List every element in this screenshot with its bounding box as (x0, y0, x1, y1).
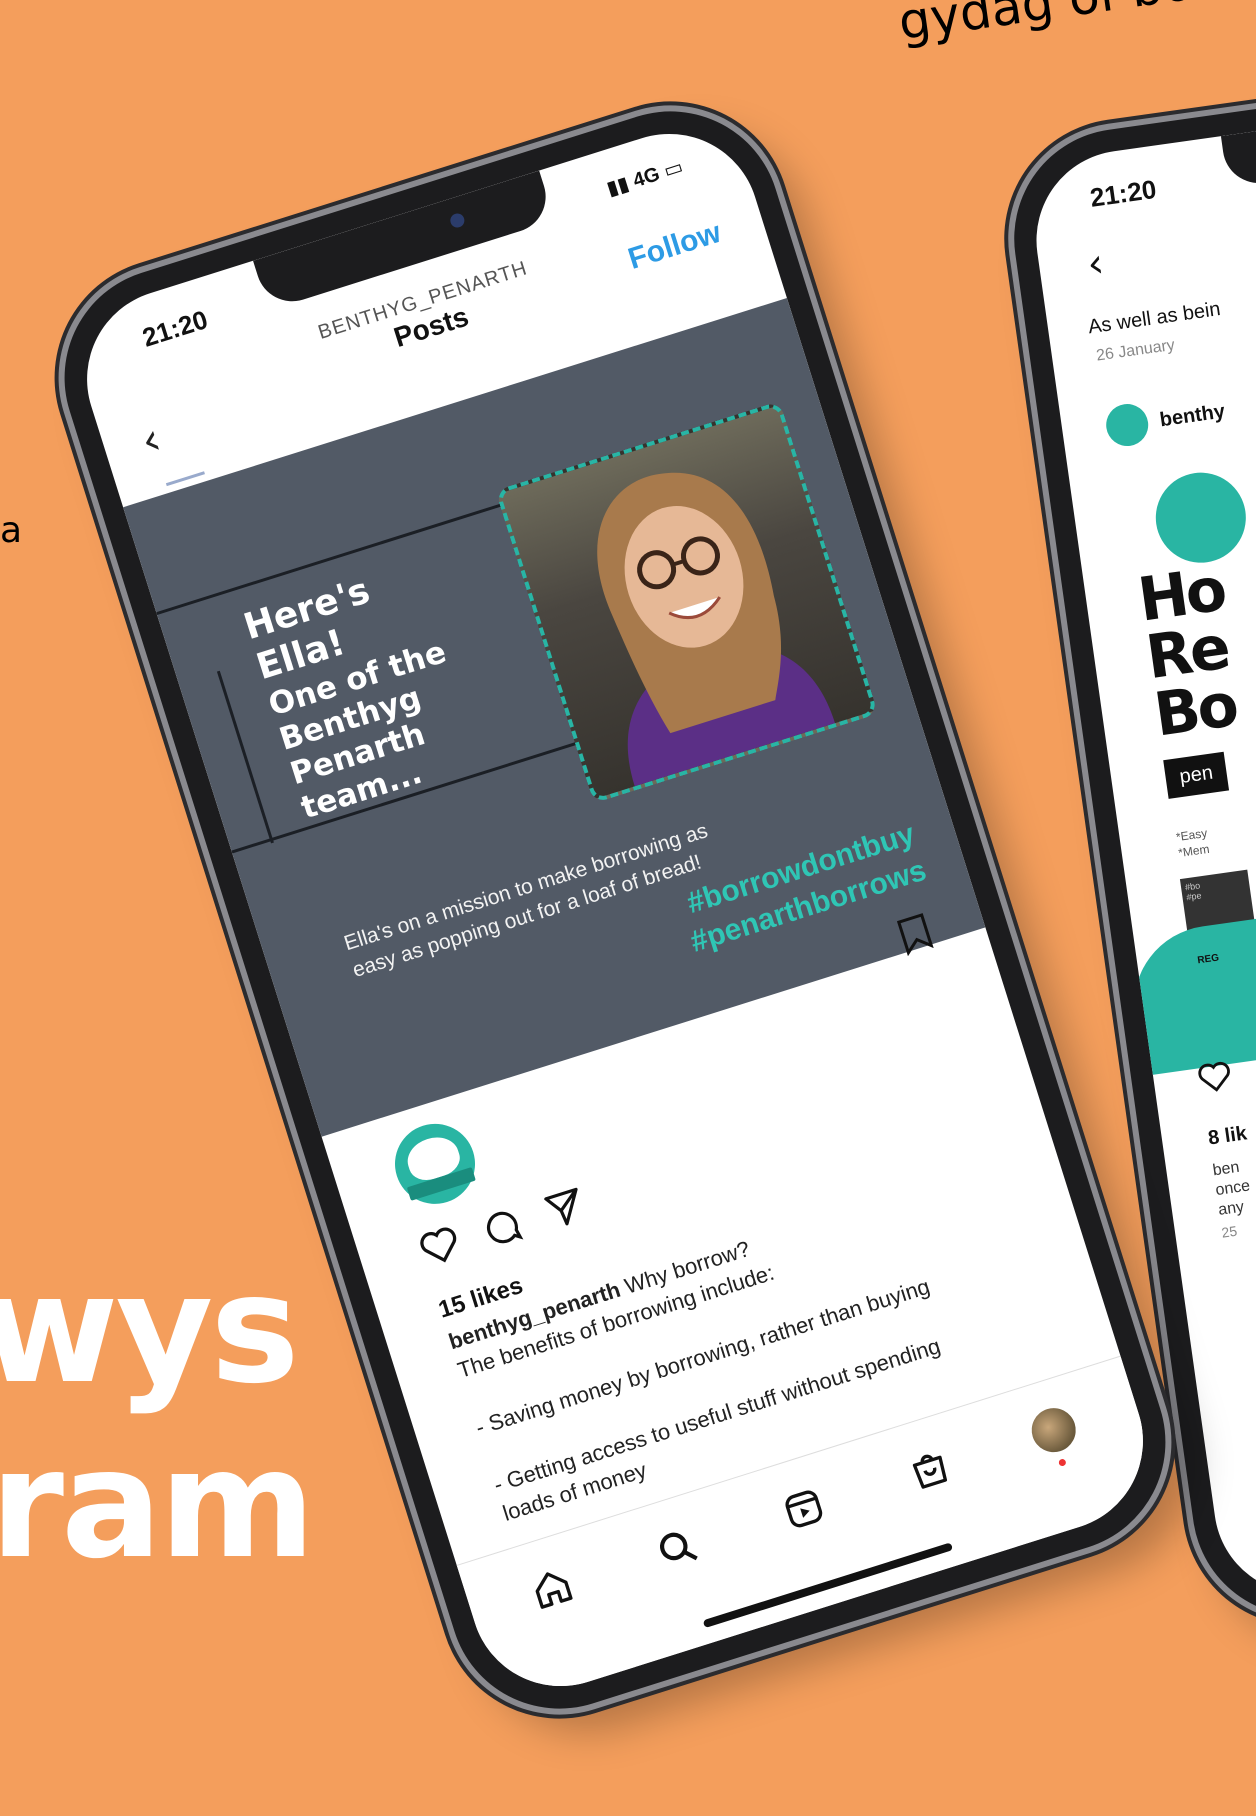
benthyg-logo-icon[interactable] (384, 1113, 486, 1215)
post-caption: ben once any (1212, 1157, 1255, 1221)
big-heading-line-2: ram (0, 1418, 315, 1592)
notification-dot (1057, 1458, 1067, 1467)
send-icon[interactable] (541, 1184, 590, 1236)
network-label: 4G (630, 163, 663, 193)
top-caption: gydag ôl-bostio (895, 0, 1256, 51)
post-heading: Ho Re Bo (1134, 555, 1244, 751)
status-time: 21:20 (138, 304, 212, 353)
post-teal-shape (1123, 906, 1256, 1077)
account-logo-icon[interactable] (1103, 401, 1151, 449)
likes-count: 8 lik (1206, 1122, 1249, 1150)
post-small-text: *Easy *Mem (1175, 825, 1211, 861)
post-hashtags: #borrowdontbuy #penarthborrows (674, 815, 931, 961)
search-icon[interactable] (653, 1524, 705, 1579)
post-small-line: *Mem (1177, 841, 1211, 861)
post-logo-icon (1149, 466, 1252, 569)
camera-icon (448, 211, 467, 230)
left-fragment: a (0, 510, 23, 551)
profile-avatar[interactable] (1026, 1402, 1082, 1458)
home-indicator (702, 1542, 954, 1629)
status-network: ▮▮ 4G ▭ (603, 154, 686, 202)
divider (216, 670, 274, 844)
post-description: Ella's on a mission to make borrowing as… (341, 819, 711, 983)
comment-icon[interactable] (478, 1204, 527, 1256)
status-time: 21:20 (1088, 173, 1159, 213)
post-heading-line: Bo (1150, 670, 1241, 751)
post-caption-title: As well as bein (1086, 298, 1222, 339)
shop-icon[interactable] (905, 1444, 957, 1499)
post-date-bottom: 25 (1220, 1222, 1239, 1241)
battery-icon: ▭ (661, 155, 686, 183)
phone-notch (1220, 94, 1256, 188)
heart-icon[interactable] (416, 1223, 466, 1274)
home-icon[interactable] (527, 1563, 579, 1618)
big-heading-line-1: wys (0, 1243, 300, 1417)
post-date: 26 January (1095, 336, 1176, 365)
caption-line: any (1217, 1198, 1246, 1219)
reels-icon[interactable] (779, 1484, 831, 1539)
heart-icon[interactable] (1196, 1059, 1235, 1100)
signal-icon: ▮▮ (604, 172, 632, 201)
account-name[interactable]: benthy (1158, 400, 1226, 432)
back-icon[interactable]: ‹ (1084, 240, 1106, 288)
post-pill: pen (1163, 751, 1230, 799)
